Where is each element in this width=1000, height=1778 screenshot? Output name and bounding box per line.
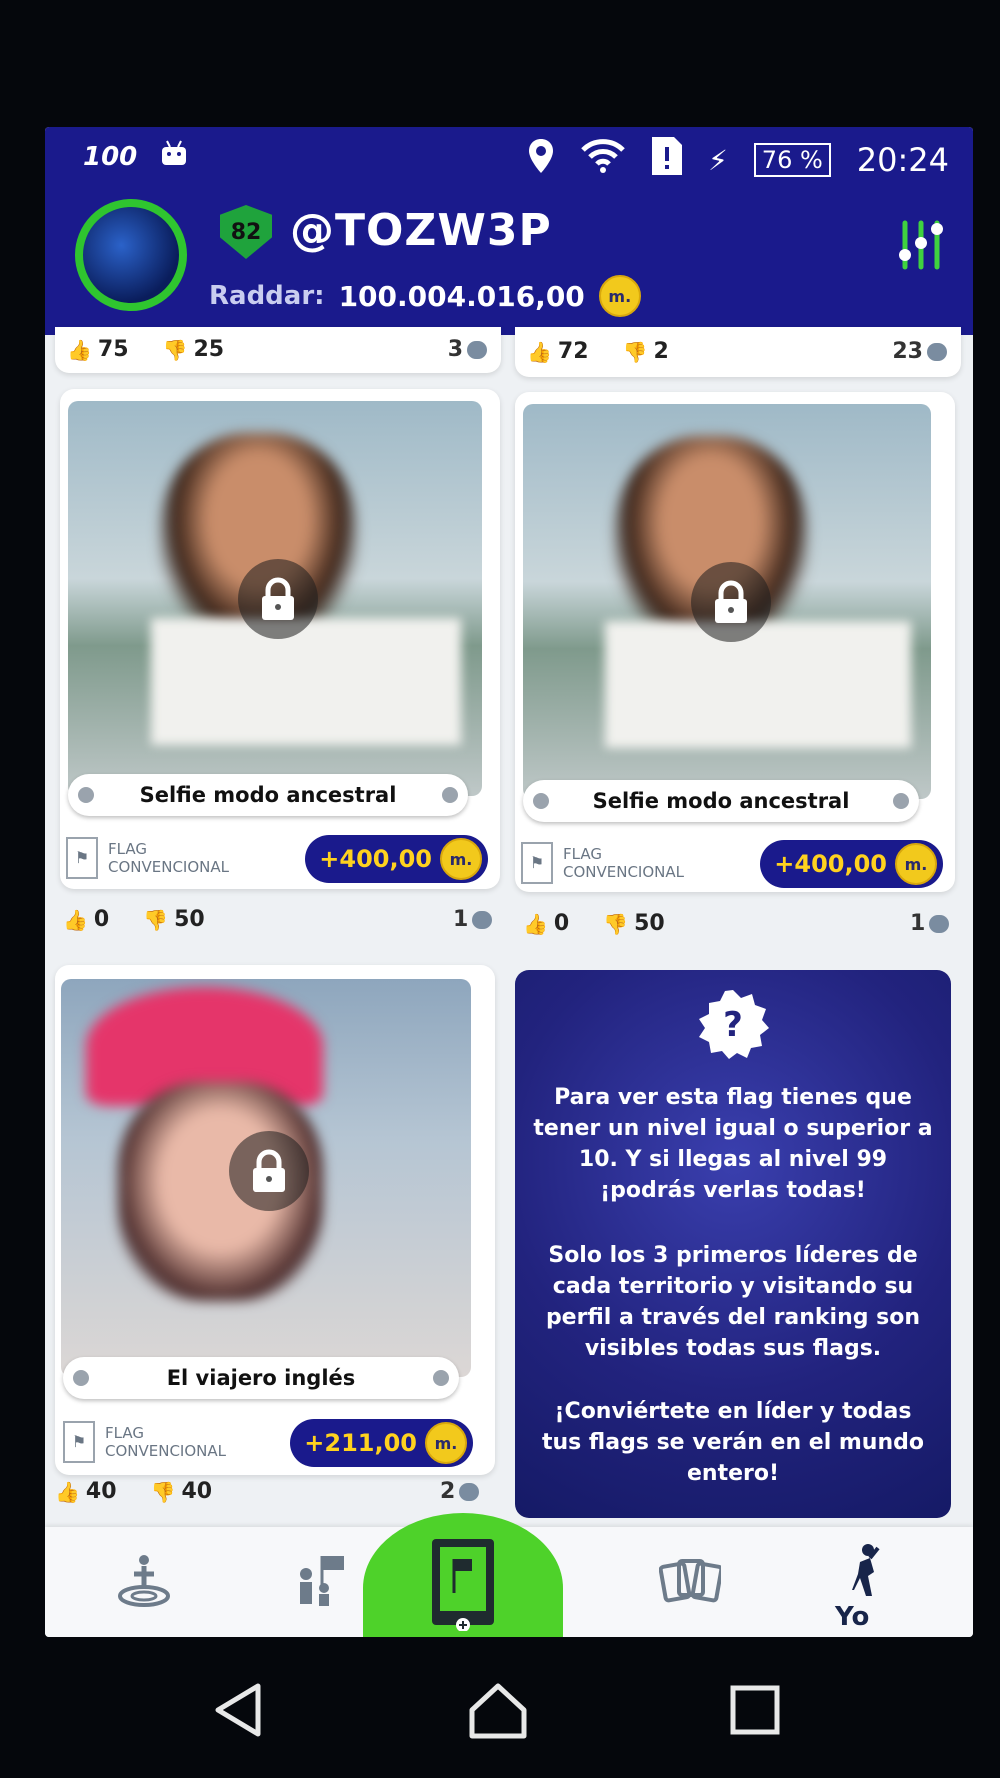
flag-photo-blurred[interactable]	[68, 401, 482, 796]
card-stats: 👍 40 👎 40	[55, 1479, 213, 1504]
comment-icon	[467, 340, 487, 359]
comment-icon	[927, 342, 947, 361]
dislikes-count: 25	[193, 337, 225, 362]
level-shield-badge: 82	[220, 205, 272, 259]
flag-title: Selfie modo ancestral	[68, 774, 468, 816]
flag-type: ⚑ FLAG CONVENCIONAL	[521, 842, 684, 884]
wifi-icon	[580, 139, 626, 181]
status-bar-left: 100	[83, 139, 189, 174]
comment-icon	[929, 914, 950, 933]
reward-price: +400,00 m.	[760, 840, 943, 888]
system-navigation-bar	[0, 1640, 1000, 1778]
location-icon	[528, 139, 554, 181]
cards-icon[interactable]	[655, 1545, 725, 1615]
flag-title: Selfie modo ancestral	[523, 780, 919, 822]
android-icon	[159, 139, 189, 174]
thumbs-down-icon: 👎	[143, 907, 169, 932]
info-paragraph-3: ¡Conviértete en líder y todas tus flags …	[541, 1399, 924, 1486]
back-icon[interactable]	[210, 1680, 270, 1740]
comments-count[interactable]: 1	[910, 911, 950, 936]
coin-icon: m.	[598, 275, 641, 317]
recents-icon[interactable]	[725, 1680, 785, 1740]
lock-icon	[238, 559, 318, 639]
comments-count[interactable]: 2	[440, 1479, 480, 1504]
reward-price: +400,00 m.	[305, 835, 488, 883]
raddar-label: Raddar:	[209, 281, 325, 311]
coin-icon: m.	[440, 838, 482, 880]
thumbs-down-icon: 👎	[622, 339, 648, 364]
comments-count[interactable]: 3	[448, 337, 487, 362]
yo-label[interactable]: Yo	[835, 1602, 869, 1632]
filter-sliders-icon[interactable]	[895, 219, 947, 271]
info-paragraph-1: Para ver esta flag tienes que tener un n…	[533, 1085, 933, 1203]
comments-count[interactable]: 1	[453, 907, 493, 932]
coin-icon: m.	[895, 843, 937, 885]
add-flag-icon	[428, 1535, 498, 1635]
thumbs-up-icon: 👍	[67, 337, 92, 362]
radio-100-icon: 100	[83, 141, 138, 172]
app-screen: 100 ⚡ 76 % 20:24 82 @TOZW3P Raddar: 100.…	[45, 127, 973, 1637]
comment-icon	[459, 1482, 480, 1501]
lock-icon	[691, 562, 771, 642]
card-stats: 👍 72 👎 2	[527, 339, 669, 364]
group-flag-icon[interactable]	[285, 1545, 355, 1615]
svg-text:?: ?	[723, 1005, 743, 1045]
dislikes-count: 2	[653, 339, 669, 364]
radar-person-icon[interactable]	[109, 1545, 179, 1615]
comment-icon	[472, 910, 493, 929]
flag-title: El viajero inglés	[63, 1357, 459, 1399]
app-header: 100 ⚡ 76 % 20:24 82 @TOZW3P Raddar: 100.…	[45, 127, 973, 335]
flag-photo-blurred[interactable]	[523, 404, 931, 799]
card-stats: 👍 75 👎 25	[67, 337, 224, 362]
thumbs-down-icon: 👎	[603, 911, 629, 936]
bottom-navigation: Yo	[45, 1513, 973, 1637]
flag-icon: ⚑	[66, 837, 98, 879]
likes-count: 72	[557, 339, 589, 364]
flag-card[interactable]: Selfie modo ancestral ⚑ FLAG CONVENCIONAL…	[60, 389, 500, 889]
thumbs-down-icon: 👎	[162, 337, 188, 362]
coin-icon: m.	[425, 1422, 467, 1464]
likes-count: 75	[97, 337, 129, 362]
thumbs-up-icon: 👍	[63, 907, 88, 932]
clock: 20:24	[856, 141, 949, 179]
card-stats: 👍 0 👎 50	[63, 907, 205, 932]
raddar-value: 100.004.016,00	[338, 279, 585, 313]
question-badge-icon: ?	[697, 988, 769, 1060]
thumbs-up-icon: 👍	[523, 911, 548, 936]
flag-type: ⚑ FLAG CONVENCIONAL	[63, 1421, 226, 1463]
profile-person-icon[interactable]	[831, 1535, 901, 1605]
charging-icon: ⚡	[708, 143, 728, 177]
status-bar-right: ⚡ 76 % 20:24	[528, 137, 949, 183]
lock-icon	[229, 1131, 309, 1211]
flag-card-top-left[interactable]: 👍 75 👎 25 3	[55, 327, 501, 373]
user-avatar[interactable]	[75, 199, 187, 311]
comments-count[interactable]: 23	[892, 339, 947, 364]
thumbs-down-icon: 👎	[150, 1479, 176, 1504]
thumbs-up-icon: 👍	[527, 339, 552, 364]
home-icon[interactable]	[468, 1680, 528, 1740]
locked-flag-info-panel: ? Para ver esta flag tienes que tener un…	[515, 970, 951, 1518]
reward-price: +211,00 m.	[290, 1419, 473, 1467]
sim-alert-icon	[652, 137, 683, 183]
flag-icon: ⚑	[63, 1421, 95, 1463]
flag-photo-blurred[interactable]	[61, 979, 471, 1377]
flag-card[interactable]: Selfie modo ancestral ⚑ FLAG CONVENCIONAL…	[515, 392, 955, 892]
info-paragraph-2: Solo los 3 primeros líderes de cada terr…	[545, 1243, 921, 1361]
flag-card-top-right[interactable]: 👍 72 👎 2 23	[515, 327, 961, 377]
create-flag-button[interactable]	[363, 1513, 563, 1637]
battery-level: 76 %	[753, 143, 831, 177]
thumbs-up-icon: 👍	[55, 1479, 80, 1504]
flag-card[interactable]: El viajero inglés ⚑ FLAG CONVENCIONAL +21…	[55, 965, 495, 1475]
username: @TOZW3P	[290, 205, 552, 256]
flag-icon: ⚑	[521, 842, 553, 884]
card-stats: 👍 0 👎 50	[523, 911, 665, 936]
flag-type: ⚑ FLAG CONVENCIONAL	[66, 837, 229, 879]
raddar-balance: Raddar: 100.004.016,00 m.	[209, 275, 641, 317]
